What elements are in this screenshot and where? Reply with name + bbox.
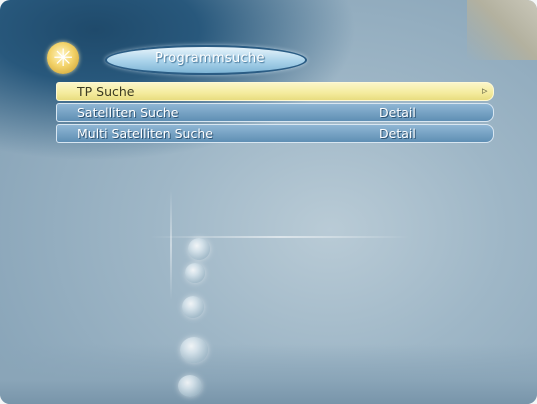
search-menu: TP Suche ▹ Satelliten Suche Detail Multi… (56, 82, 494, 145)
menu-item-label: Satelliten Suche (77, 105, 179, 120)
menu-item-value: Detail (379, 105, 416, 120)
menu-item-label: Multi Satelliten Suche (77, 126, 213, 141)
arrow-cursor-icon: ▹ (482, 84, 488, 97)
water-drop-icon (182, 296, 204, 318)
menu-item-tp-suche[interactable]: TP Suche ▹ (56, 82, 494, 101)
decorative-line (150, 236, 410, 238)
water-drop-icon (178, 375, 202, 397)
menu-item-multi-satelliten-suche[interactable]: Multi Satelliten Suche Detail (56, 124, 494, 143)
star-badge-icon: ✳ (47, 42, 79, 74)
menu-title-pill: Programmsuche (105, 45, 307, 75)
decorative-line (170, 190, 172, 300)
menu-title: Programmsuche (155, 51, 265, 66)
menu-item-satelliten-suche[interactable]: Satelliten Suche Detail (56, 103, 494, 122)
menu-item-label: TP Suche (77, 84, 135, 99)
background-band (0, 344, 537, 404)
water-drop-icon (188, 238, 210, 260)
menu-item-value: Detail (379, 126, 416, 141)
water-drop-icon (185, 263, 205, 283)
background-corner (467, 0, 537, 60)
water-drop-icon (180, 337, 208, 363)
tv-osd-screen: ✳ Programmsuche TP Suche ▹ Satelliten Su… (0, 0, 537, 404)
